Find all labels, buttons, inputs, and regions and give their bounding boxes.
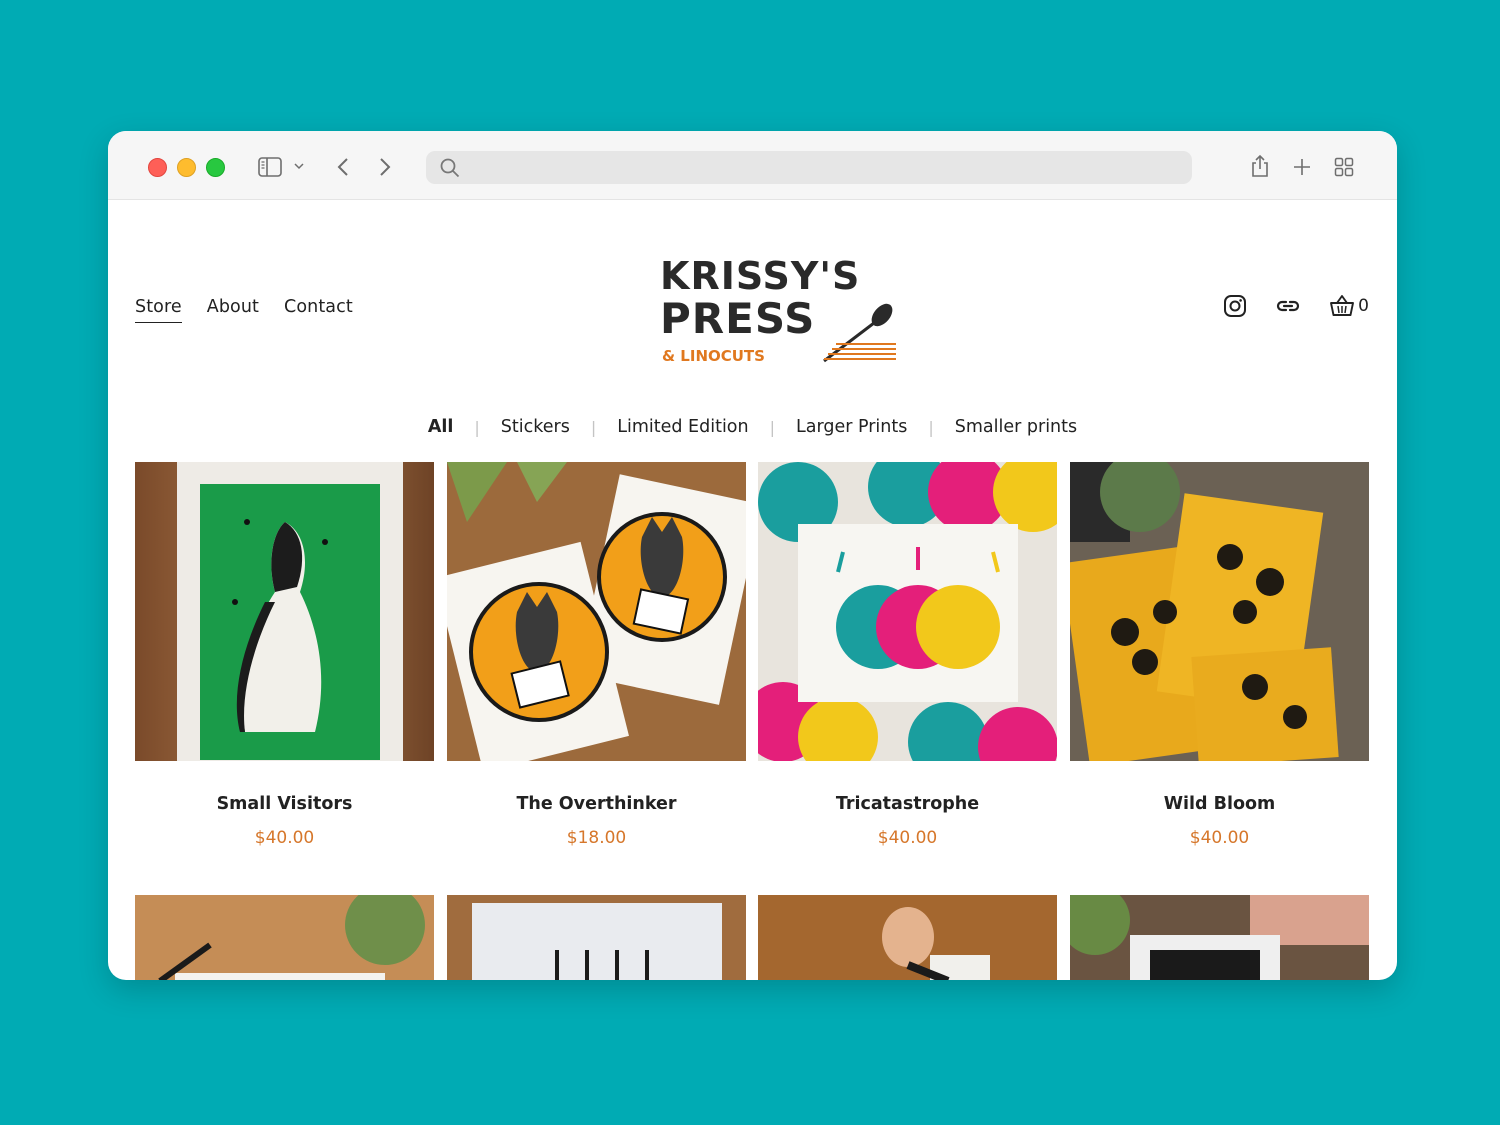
product-image[interactable] [447,462,746,761]
site-logo[interactable]: KRISSY'S PRESS & LINOCUTS [656,249,901,367]
close-window-button[interactable] [148,158,167,177]
maximize-window-button[interactable] [206,158,225,177]
product-price: $40.00 [877,828,938,848]
link-icon[interactable] [1275,294,1301,318]
filter-all[interactable]: All [424,417,458,437]
filter-divider: | [769,417,775,437]
filter-limited-edition[interactable]: Limited Edition [613,417,752,437]
main-nav: Store About Contact [135,297,353,323]
product-card[interactable] [447,895,746,980]
nav-about-link[interactable]: About [207,297,259,323]
product-image[interactable] [1070,895,1369,980]
logo-line2: PRESS [660,294,815,343]
product-title[interactable]: The Overthinker [447,794,746,814]
nav-store-link[interactable]: Store [135,297,182,323]
filter-smaller-prints[interactable]: Smaller prints [951,417,1081,437]
product-price: $40.00 [1189,828,1250,848]
product-card[interactable]: Small Visitors $40.00 [135,462,434,848]
product-image[interactable] [1070,462,1369,761]
filter-larger-prints[interactable]: Larger Prints [792,417,911,437]
filter-stickers[interactable]: Stickers [497,417,574,437]
browser-window: Store About Contact KRISSY'S PRESS & LIN… [108,131,1397,980]
filter-divider: | [590,417,597,437]
share-icon[interactable] [1250,154,1270,178]
product-card[interactable]: Wild Bloom $40.00 [1070,462,1369,848]
back-arrow-icon[interactable] [336,157,350,177]
store-page: Store About Contact KRISSY'S PRESS & LIN… [108,201,1397,980]
product-price: $40.00 [254,828,315,848]
tab-overview-icon[interactable] [1334,157,1354,177]
product-title[interactable]: Small Visitors [135,794,434,814]
chevron-down-icon[interactable] [294,162,304,170]
instagram-icon[interactable] [1223,294,1247,318]
product-card[interactable] [758,895,1057,980]
product-title[interactable]: Wild Bloom [1070,794,1369,814]
product-card[interactable]: Tricatastrophe $40.00 [758,462,1057,848]
forward-arrow-icon[interactable] [378,157,392,177]
sidebar-toggle-icon[interactable] [258,157,282,177]
search-icon [440,158,460,183]
product-card[interactable] [1070,895,1369,980]
product-image[interactable] [135,462,434,761]
address-bar[interactable] [426,151,1192,184]
browser-toolbar [108,131,1397,200]
product-image[interactable] [135,895,434,980]
product-card[interactable] [135,895,434,980]
product-price: $18.00 [566,828,627,848]
product-image[interactable] [447,895,746,980]
carving-tool-icon [823,303,896,363]
new-tab-icon[interactable] [1292,157,1312,177]
logo-line1: KRISSY'S [660,254,860,298]
filter-divider: | [928,417,934,437]
nav-contact-link[interactable]: Contact [284,297,353,323]
product-title[interactable]: Tricatastrophe [758,794,1057,814]
minimize-window-button[interactable] [177,158,196,177]
product-card[interactable]: The Overthinker $18.00 [447,462,746,848]
cart-count[interactable]: 0 [1358,296,1369,316]
header-actions: 0 [1223,293,1369,319]
category-filters: All | Stickers | Limited Edition | Large… [108,417,1397,437]
logo-line3: & LINOCUTS [662,347,765,365]
basket-icon[interactable] [1329,293,1355,319]
filter-divider: | [474,417,480,437]
product-image[interactable] [758,462,1057,761]
product-image[interactable] [758,895,1057,980]
